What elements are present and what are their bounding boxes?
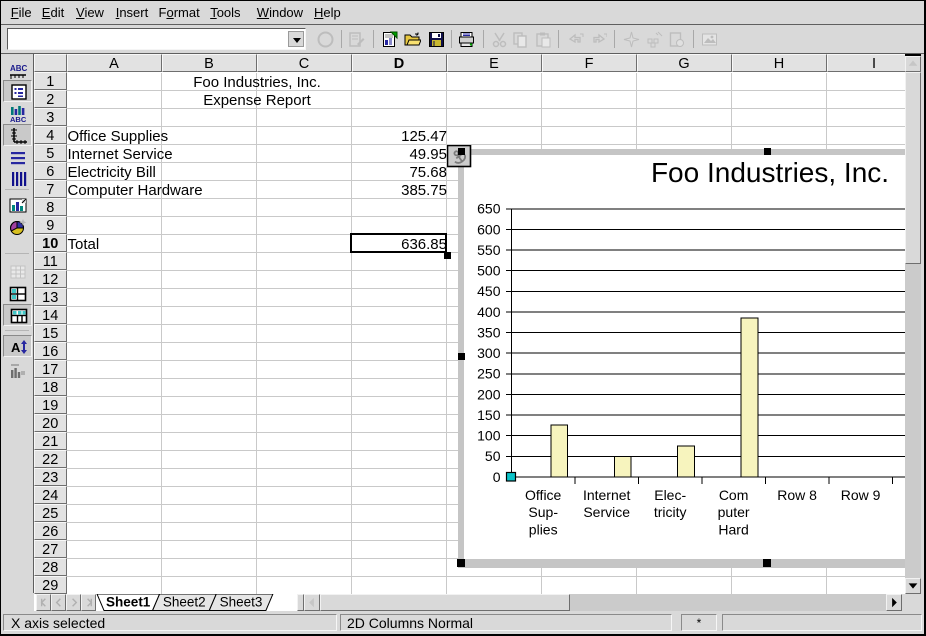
svg-text:200: 200 (477, 386, 501, 402)
svg-text:500: 500 (477, 263, 501, 279)
svg-text:tricity: tricity (654, 504, 687, 520)
svg-text:puter: puter (718, 504, 750, 520)
svg-text:Row 8: Row 8 (777, 487, 817, 503)
svg-text:Hard: Hard (718, 521, 748, 537)
svg-text:100: 100 (477, 428, 501, 444)
svg-text:plies: plies (529, 521, 558, 537)
svg-text:ABC: ABC (10, 115, 27, 123)
svg-text:50: 50 (485, 448, 501, 464)
svg-text:150: 150 (477, 407, 501, 423)
svg-text:300: 300 (477, 345, 501, 361)
svg-text:Row 9: Row 9 (841, 487, 881, 503)
svg-text:250: 250 (477, 366, 501, 382)
svg-text:A: A (11, 340, 21, 355)
svg-text:Foo Industries, Inc.: Foo Industries, Inc. (651, 157, 889, 188)
svg-text:650: 650 (477, 201, 501, 217)
svg-text:350: 350 (477, 324, 501, 340)
svg-text:600: 600 (477, 221, 501, 237)
svg-text:ABC: ABC (10, 64, 27, 73)
svg-text:Sup-: Sup- (528, 504, 558, 520)
svg-text:Office: Office (525, 487, 562, 503)
svg-text:Sheet1: Sheet1 (106, 595, 151, 610)
svg-text:Elec-: Elec- (654, 487, 686, 503)
svg-text:Service: Service (583, 504, 630, 520)
svg-text:550: 550 (477, 242, 501, 258)
svg-text:0: 0 (493, 469, 501, 485)
svg-text:400: 400 (477, 304, 501, 320)
svg-text:Internet: Internet (583, 487, 631, 503)
svg-text:Com: Com (719, 487, 749, 503)
svg-text:450: 450 (477, 283, 501, 299)
